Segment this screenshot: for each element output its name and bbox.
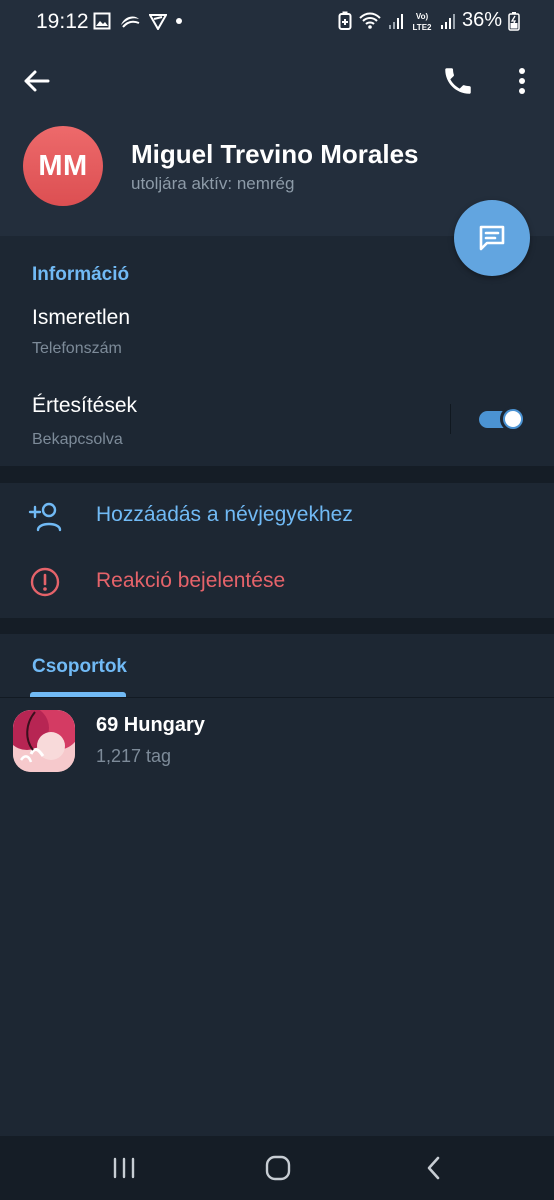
profile-last-seen: utoljára aktív: nemrég [131,174,295,193]
notifications-toggle[interactable] [479,406,526,432]
group-name: 69 Hungary [96,714,205,736]
alert-circle-icon [30,567,60,597]
notifications-value: Értesítések [32,394,138,417]
more-options-button[interactable] [507,64,537,98]
group-member-count: 1,217 tag [96,746,172,766]
chevron-left-icon [427,1156,440,1180]
status-bar: 19:12 Vo) LTE2 36% [0,0,554,44]
phone-label: Telefonszám [32,340,122,357]
profile-avatar[interactable]: MM [23,126,103,206]
volte-icon: Vo) LTE2 [412,12,432,32]
arrow-left-icon [24,70,50,92]
section-divider [0,618,554,635]
groups-section: Csoportok 69 Hungary 1,217 tag [0,634,554,1136]
notifications-label: Bekapcsolva [32,431,123,448]
actions-section: Hozzáadás a névjegyekhez Reakció bejelen… [0,483,554,618]
phone-icon [445,68,471,94]
report-reaction-label: Reakció bejelentése [96,569,286,592]
home-button[interactable] [263,1154,293,1182]
more-vertical-icon [519,68,525,94]
signal-2-icon [440,13,455,29]
battery-percent: 36% [461,9,502,31]
toggle-divider [450,404,451,434]
toggle-knob [500,406,526,432]
add-to-contacts-label: Hozzáadás a névjegyekhez [96,503,353,526]
app-notification-icon [121,16,140,28]
add-contact-icon [28,502,62,532]
tab-groups[interactable]: Csoportok [32,656,127,678]
recent-apps-icon [113,1157,135,1179]
info-section: Információ Ismeretlen Telefonszám Értesí… [0,236,554,466]
gallery-icon [93,12,111,30]
network-label: LTE2 [412,23,432,32]
recent-apps-button[interactable] [110,1154,140,1182]
telegram-icon [149,14,167,30]
wifi-icon [359,12,381,29]
profile-name: Miguel Trevino Morales [131,139,419,169]
add-to-contacts-button[interactable]: Hozzáadás a névjegyekhez [0,483,554,549]
info-section-title: Információ [32,264,130,285]
message-icon [479,225,505,251]
status-time: 19:12 [36,10,89,33]
signal-icon [388,13,403,29]
section-divider [0,466,554,483]
call-button[interactable] [441,64,475,98]
battery-saver-icon [338,11,352,30]
group-avatar [13,710,75,772]
status-notification-icons [93,11,183,31]
svg-text:Vo): Vo) [416,12,429,21]
tab-bar-border [0,697,554,698]
status-system-icons: Vo) LTE2 36% [338,9,520,32]
home-icon [265,1155,291,1181]
phone-value: Ismeretlen [32,306,131,329]
system-back-button[interactable] [420,1154,450,1182]
report-reaction-button[interactable]: Reakció bejelentése [0,549,554,615]
back-button[interactable] [20,66,54,96]
battery-icon [508,11,520,31]
system-navigation-bar [0,1136,554,1200]
list-item[interactable]: 69 Hungary 1,217 tag [0,704,554,780]
dot-icon [176,18,182,24]
send-message-button[interactable] [454,200,530,276]
